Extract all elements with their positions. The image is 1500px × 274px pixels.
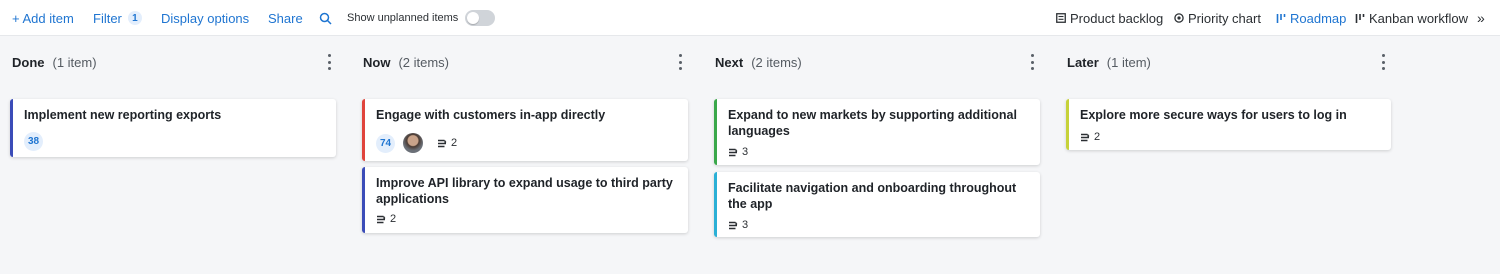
card-engage-customers[interactable]: Engage with customers in-app directly 74… xyxy=(362,99,688,161)
column-menu-icon[interactable] xyxy=(1029,54,1035,70)
priority-chart-icon xyxy=(1174,13,1184,23)
avatar[interactable] xyxy=(403,133,423,153)
show-unplanned-toggle[interactable] xyxy=(465,10,496,26)
more-views-icon[interactable]: » xyxy=(1477,0,1485,36)
column-title: Next xyxy=(715,54,744,70)
card-meta: 3 xyxy=(728,219,748,231)
subitems-count-value: 2 xyxy=(1094,131,1101,143)
add-item-button[interactable]: + Add item xyxy=(12,0,74,36)
subitems-count: 3 xyxy=(728,219,748,231)
share-button[interactable]: Share xyxy=(268,0,303,36)
card-expand-new-markets[interactable]: Expand to new markets by supporting addi… xyxy=(714,99,1040,165)
column-title: Done xyxy=(12,54,45,70)
card-meta: 2 xyxy=(1080,131,1100,143)
view-roadmap[interactable]: Roadmap xyxy=(1276,0,1346,36)
subitems-count-value: 2 xyxy=(390,213,397,225)
subitems-count-value: 3 xyxy=(742,219,749,231)
card-title: Explore more secure ways for users to lo… xyxy=(1080,108,1347,122)
subitems-icon xyxy=(438,139,447,147)
column-count: (2 items) xyxy=(751,54,802,70)
column-header-later: Later (1 item) xyxy=(1067,50,1151,74)
card-meta: 2 xyxy=(376,213,396,225)
card-meta: 3 xyxy=(728,146,748,158)
backlog-icon xyxy=(1056,13,1066,23)
column-title: Now xyxy=(363,54,391,70)
subitems-count: 2 xyxy=(437,137,457,149)
show-unplanned-toggle-group: Show unplanned items xyxy=(347,0,496,36)
view-roadmap-label: Roadmap xyxy=(1290,10,1347,26)
subitems-icon xyxy=(729,148,738,156)
card-improve-api-library[interactable]: Improve API library to expand usage to t… xyxy=(362,167,688,233)
score-badge: 74 xyxy=(376,133,395,153)
view-kanban-workflow[interactable]: Kanban workflow xyxy=(1355,0,1468,36)
toolbar: + Add item Filter 1 Display options Shar… xyxy=(0,0,1500,36)
show-unplanned-label: Show unplanned items xyxy=(347,12,459,24)
card-title: Engage with customers in-app directly xyxy=(376,108,606,122)
column-header-now: Now (2 items) xyxy=(363,50,449,74)
subitems-icon xyxy=(729,221,738,229)
score-badge: 38 xyxy=(24,132,43,151)
subitems-count-value: 3 xyxy=(742,146,749,158)
filter-count-badge: 1 xyxy=(127,11,142,25)
column-menu-icon[interactable] xyxy=(326,54,332,70)
toggle-knob xyxy=(467,12,480,24)
filter-button[interactable]: Filter 1 xyxy=(93,0,142,36)
subitems-count: 3 xyxy=(728,146,748,158)
roadmap-icon xyxy=(1276,13,1286,24)
view-priority-chart[interactable]: Priority chart xyxy=(1174,0,1261,36)
card-title: Improve API library to expand usage to t… xyxy=(376,176,673,206)
subitems-icon xyxy=(377,215,386,223)
view-product-backlog[interactable]: Product backlog xyxy=(1056,0,1163,36)
column-menu-icon[interactable] xyxy=(677,54,683,70)
column-header-done: Done (1 item) xyxy=(12,50,97,74)
column-menu-icon[interactable] xyxy=(1380,54,1386,70)
column-count: (2 items) xyxy=(398,54,450,70)
subitems-count-value: 2 xyxy=(451,137,458,149)
subitems-count: 2 xyxy=(1080,131,1100,143)
view-kanban-workflow-label: Kanban workflow xyxy=(1369,10,1468,26)
card-meta: 74 2 xyxy=(376,133,457,153)
display-options-button[interactable]: Display options xyxy=(161,0,249,36)
card-facilitate-navigation[interactable]: Facilitate navigation and onboarding thr… xyxy=(714,172,1040,237)
card-title: Implement new reporting exports xyxy=(24,108,222,122)
card-meta: 38 xyxy=(24,132,43,151)
column-title: Later xyxy=(1067,54,1099,70)
card-explore-secure-login[interactable]: Explore more secure ways for users to lo… xyxy=(1066,99,1391,150)
card-implement-reporting-exports[interactable]: Implement new reporting exports 38 xyxy=(10,99,336,157)
card-title: Facilitate navigation and onboarding thr… xyxy=(728,181,1017,211)
kanban-icon xyxy=(1355,13,1365,24)
column-header-next: Next (2 items) xyxy=(715,50,802,74)
view-priority-chart-label: Priority chart xyxy=(1188,10,1261,26)
filter-label: Filter xyxy=(93,10,122,26)
view-product-backlog-label: Product backlog xyxy=(1070,10,1164,26)
search-icon[interactable] xyxy=(319,0,332,36)
subitems-icon xyxy=(1081,133,1090,141)
subitems-count: 2 xyxy=(376,213,396,225)
column-count: (1 item) xyxy=(1106,54,1151,70)
card-title: Expand to new markets by supporting addi… xyxy=(728,108,1017,138)
column-count: (1 item) xyxy=(52,54,97,70)
